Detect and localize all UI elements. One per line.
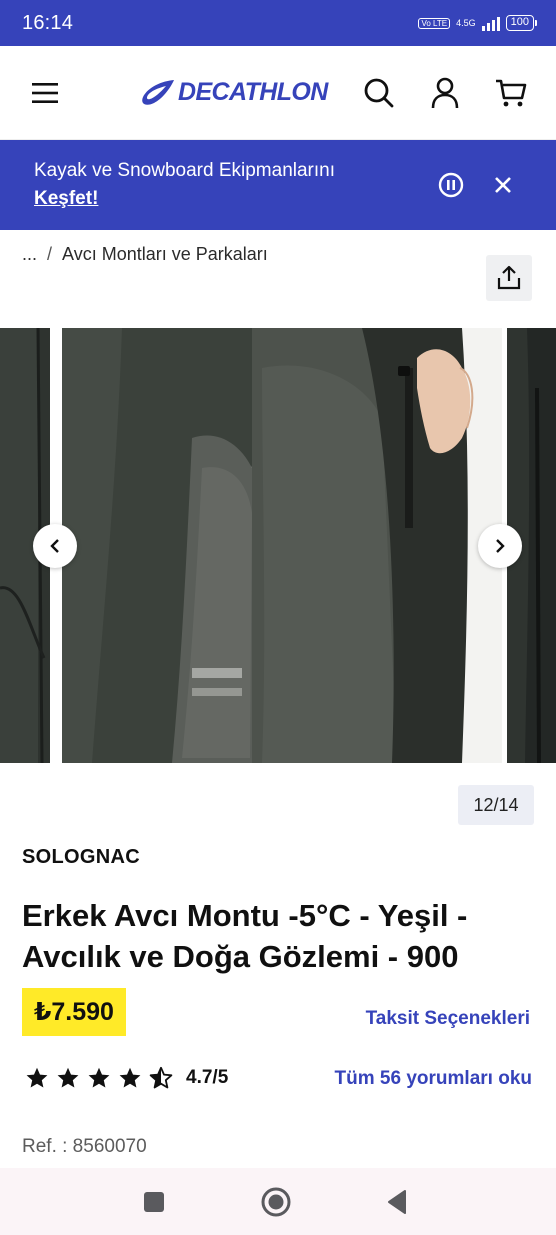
- product-gallery[interactable]: [0, 328, 556, 763]
- star-half-icon: [149, 1066, 173, 1089]
- star-full-icon: [26, 1067, 48, 1088]
- square-icon: [144, 1192, 164, 1212]
- close-icon[interactable]: [491, 173, 515, 197]
- breadcrumb-ellipsis[interactable]: ...: [22, 244, 37, 265]
- star-full-icon: [57, 1067, 79, 1088]
- rating-stars[interactable]: 4.7/5: [25, 1066, 228, 1090]
- battery-indicator: 100: [505, 15, 538, 31]
- decathlon-logo-mark: [142, 79, 174, 105]
- header-actions: [362, 76, 528, 110]
- breadcrumb-separator: /: [47, 244, 53, 264]
- cart-icon[interactable]: [494, 76, 528, 110]
- installments-link[interactable]: Taksit Seçenekleri: [366, 1008, 530, 1030]
- rating-value: 4.7/5: [186, 1067, 229, 1088]
- search-icon[interactable]: [362, 76, 396, 110]
- site-header: DECATHLON: [0, 46, 556, 140]
- product-price: ₺7.590: [22, 988, 126, 1036]
- share-button[interactable]: [486, 255, 532, 301]
- hamburger-icon[interactable]: [28, 76, 62, 110]
- share-icon: [497, 265, 521, 290]
- status-indicators: Vo LTE 4.5G 100: [418, 15, 538, 31]
- product-title: Erkek Avcı Montu -5°C - Yeşil - Avcılık …: [22, 898, 468, 974]
- back-triangle-icon: [388, 1190, 406, 1214]
- pause-icon[interactable]: [438, 172, 464, 198]
- status-time: 16:14: [22, 11, 74, 34]
- gallery-slide-current[interactable]: [62, 328, 502, 763]
- product-image: [62, 328, 502, 763]
- recents-button[interactable]: [138, 1186, 170, 1218]
- star-full-icon: [88, 1067, 110, 1088]
- gallery-counter: 12/14: [458, 785, 534, 825]
- chevron-left-icon: [50, 539, 59, 553]
- signal-icon: [481, 15, 500, 31]
- logo-text: DECATHLON: [178, 78, 328, 106]
- product-brand[interactable]: SOLOGNAC: [22, 846, 140, 869]
- gallery-prev-button[interactable]: [33, 524, 77, 568]
- gallery-next-button[interactable]: [478, 524, 522, 568]
- promo-banner: Kayak ve Snowboard Ekipmanlarını Keşfet!: [0, 140, 556, 230]
- status-bar: 16:14 Vo LTE 4.5G 100: [0, 0, 556, 46]
- decathlon-logo[interactable]: DECATHLON: [140, 78, 328, 107]
- system-nav-bar: [0, 1168, 556, 1235]
- breadcrumb-current[interactable]: Avcı Montları ve Parkaları: [62, 244, 268, 265]
- home-circle-icon: [261, 1187, 291, 1217]
- banner-text: Kayak ve Snowboard Ekipmanlarını: [34, 160, 335, 181]
- back-button[interactable]: [381, 1186, 413, 1218]
- star-full-icon: [119, 1067, 141, 1088]
- breadcrumb: ... / Avcı Montları ve Parkaları: [22, 244, 268, 265]
- network-type: 4.5G: [456, 17, 476, 28]
- reviews-link[interactable]: Tüm 56 yorumları oku: [335, 1068, 532, 1090]
- product-reference: Ref. : 8560070: [22, 1136, 147, 1157]
- chevron-right-icon: [496, 539, 505, 553]
- volte-indicator: Vo LTE: [418, 17, 451, 29]
- user-icon[interactable]: [428, 76, 462, 110]
- home-button[interactable]: [260, 1186, 292, 1218]
